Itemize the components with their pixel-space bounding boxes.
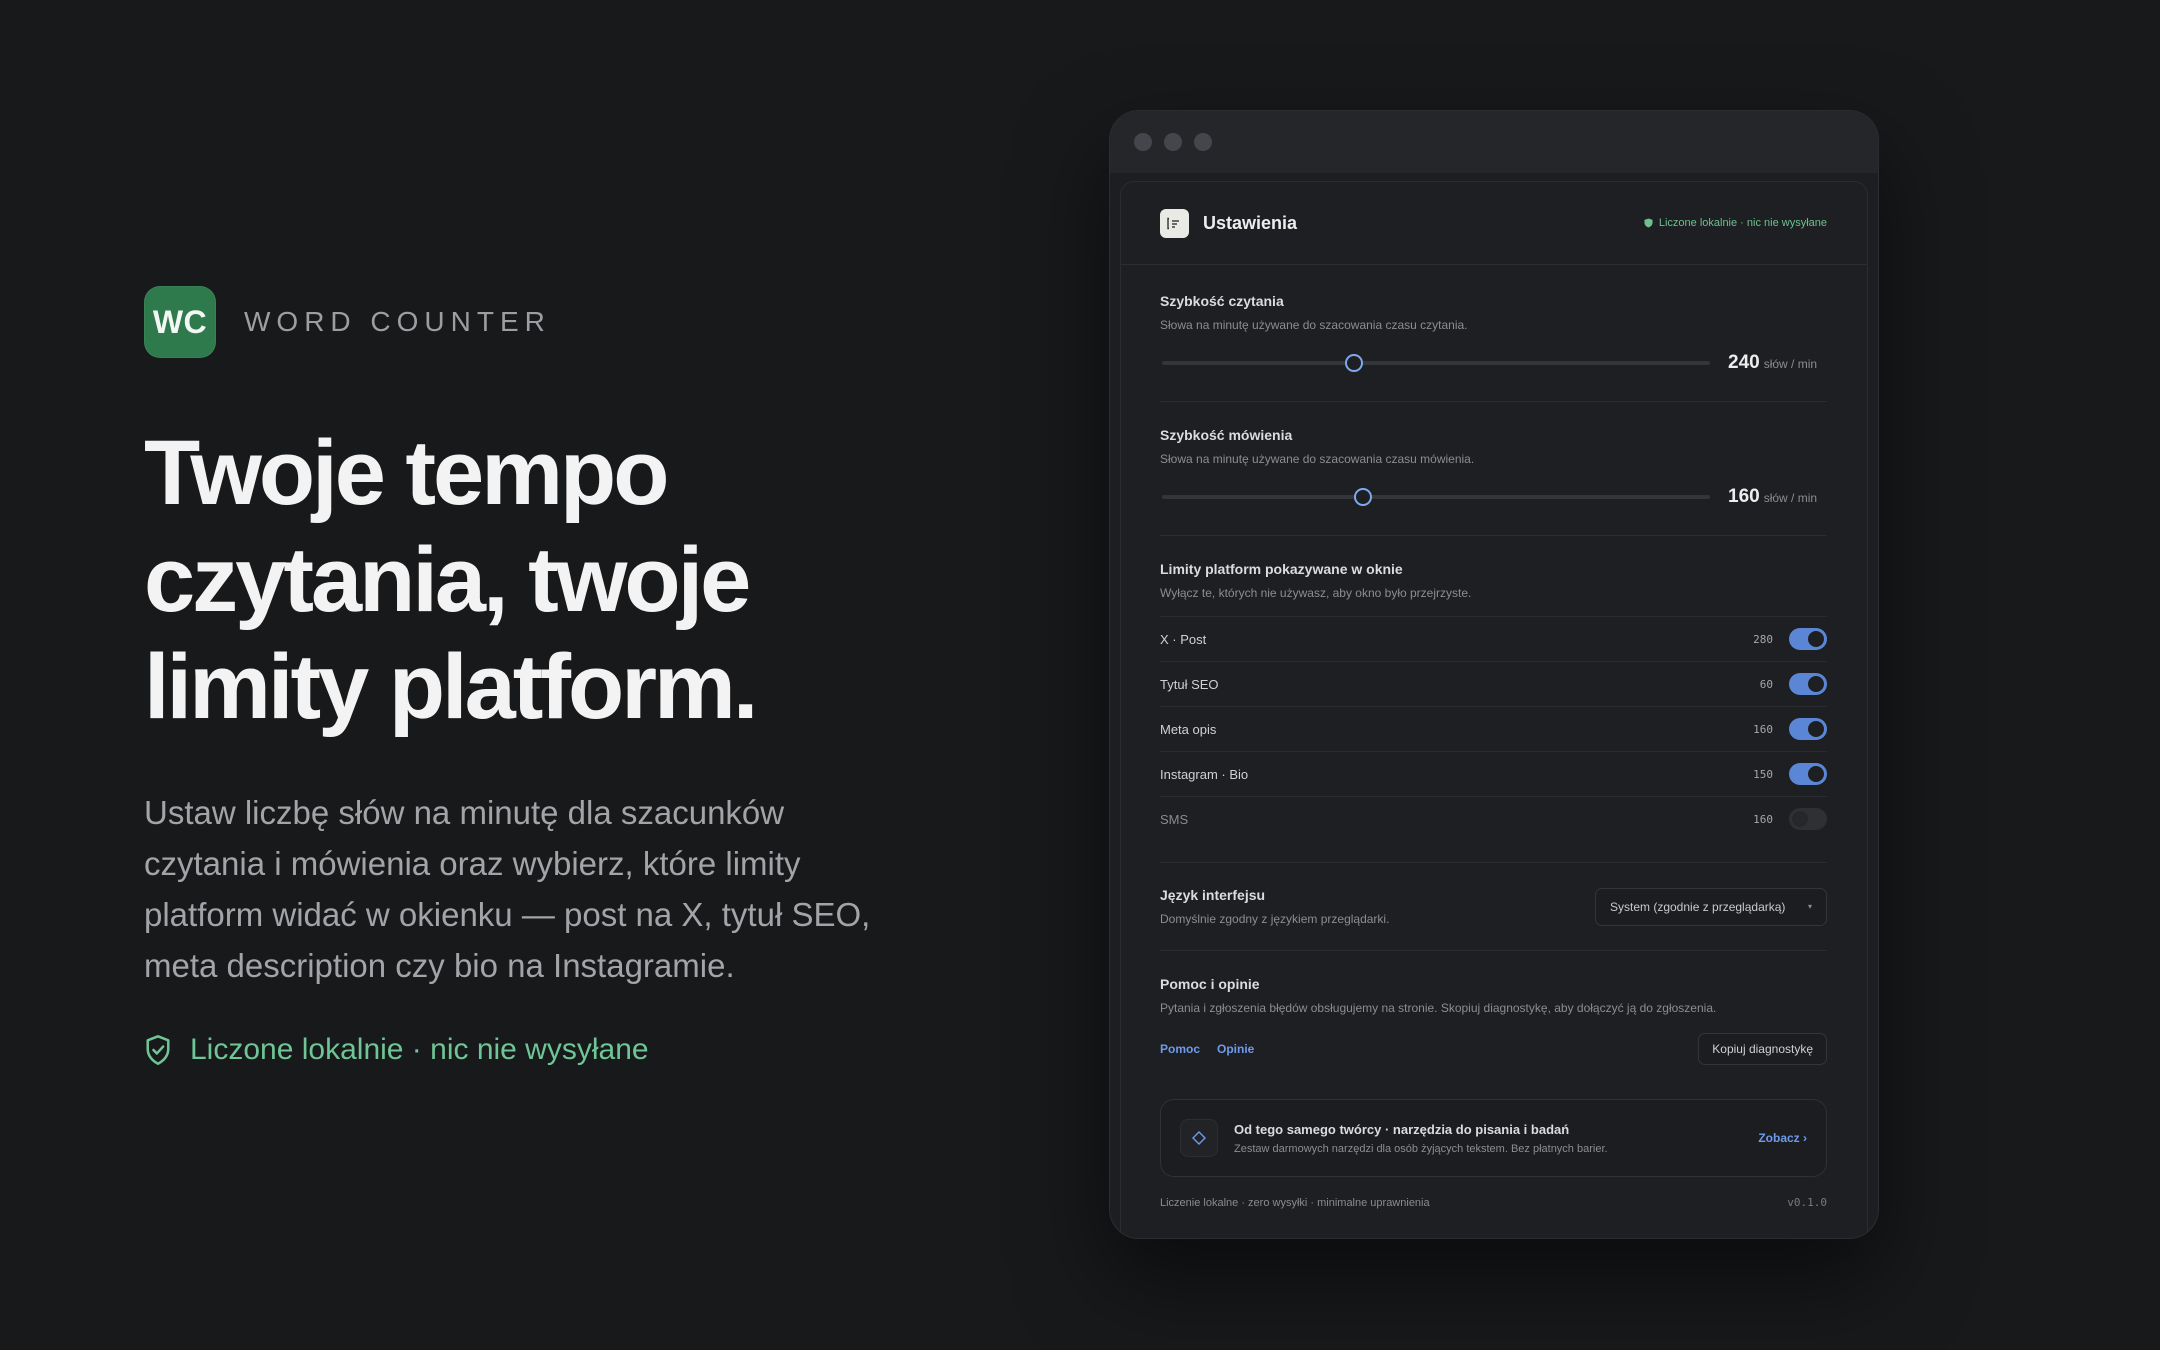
settings-app-icon <box>1160 208 1189 238</box>
hero-lead: Ustaw liczbę słów na minutę dla szacunkó… <box>144 794 871 984</box>
platform-limits-list: X · Post 280 Tytuł SEO 60 Meta opis 160 Instag… <box>1160 616 1827 841</box>
platform-limit-label: Meta opis <box>1160 721 1217 737</box>
reading-speed-slider-thumb[interactable] <box>1344 354 1363 372</box>
reading-speed-slider[interactable] <box>1162 354 1710 372</box>
platform-limit-row[interactable]: Tytuł SEO 60 <box>1160 661 1827 706</box>
platform-limit-value: 160 <box>1753 722 1773 736</box>
platform-limit-label: SMS <box>1160 811 1189 827</box>
platform-limit-label: X · Post <box>1160 631 1207 647</box>
footer-note: Liczenie lokalne · zero wysyłki · minima… <box>1160 1196 1430 1209</box>
platform-limit-value: 150 <box>1753 767 1773 781</box>
platform-limit-toggle[interactable] <box>1789 808 1827 830</box>
language-subtitle: Domyślnie zgodny z językiem przeglądarki… <box>1160 912 1390 926</box>
speaking-speed-title: Szybkość mówienia <box>1160 427 1293 443</box>
local-note-text: Liczone lokalnie · nic nie wysyłane <box>190 1033 649 1066</box>
platform-limit-value: 160 <box>1753 812 1773 826</box>
platform-limit-label: Instagram · Bio <box>1160 766 1249 782</box>
hero-headline: Twoje tempo czytania, twoje limity platf… <box>144 422 758 738</box>
privacy-badge: Liczone lokalnie · nic nie wysyłane <box>1644 217 1827 229</box>
brand: WC WORD COUNTER <box>144 286 964 358</box>
promo-title: Od tego samego twórcy · narzędzia do pis… <box>1234 1121 1570 1137</box>
speaking-speed-section: Szybkość mówienia Słowa na minutę używan… <box>1160 402 1827 536</box>
window-close-dot[interactable] <box>1134 133 1152 151</box>
help-section: Pomoc i opinie Pytania i zgłoszenia błęd… <box>1160 951 1827 1209</box>
window-titlebar <box>1110 111 1878 173</box>
platform-limit-toggle[interactable] <box>1789 628 1827 650</box>
platform-limits-section: Limity platform pokazywane w oknie Wyłąc… <box>1160 536 1827 863</box>
language-title: Język interfejsu <box>1160 887 1266 903</box>
platform-limit-toggle[interactable] <box>1789 673 1827 695</box>
copy-diagnostics-button[interactable]: Kopiuj diagnostykę <box>1698 1033 1827 1065</box>
help-link[interactable]: Pomoc <box>1160 1042 1200 1056</box>
platform-limit-label: Tytuł SEO <box>1160 676 1219 692</box>
reading-speed-unit: słów / min <box>1763 357 1818 371</box>
settings-panel: Ustawienia Liczone lokalnie · nic nie wy… <box>1120 181 1868 1238</box>
language-select[interactable]: System (zgodnie z przeglądarką) ▾ <box>1595 887 1827 926</box>
app-logo: WC <box>144 286 216 358</box>
reading-speed-section: Szybkość czytania Słowa na minutę używan… <box>1160 265 1827 402</box>
feedback-link[interactable]: Opinie <box>1217 1042 1254 1056</box>
reading-speed-title: Szybkość czytania <box>1160 293 1284 309</box>
platform-limits-title: Limity platform pokazywane w oknie <box>1160 561 1403 577</box>
promo-card[interactable]: Od tego samego twórcy · narzędzia do pis… <box>1160 1099 1827 1177</box>
speaking-speed-unit: słów / min <box>1763 491 1818 505</box>
brand-name: WORD COUNTER <box>244 306 551 337</box>
chevron-down-icon: ▾ <box>1807 902 1812 911</box>
shield-icon <box>1644 218 1653 228</box>
platform-limit-row[interactable]: Meta opis 160 <box>1160 706 1827 751</box>
speaking-speed-value: 160 słów / min <box>1728 486 1817 508</box>
settings-header: Ustawienia Liczone lokalnie · nic nie wy… <box>1121 182 1867 265</box>
settings-title: Ustawienia <box>1203 212 1298 233</box>
platform-limit-value: 280 <box>1753 632 1773 646</box>
language-section: Język interfejsu Domyślnie zgodny z języ… <box>1160 863 1827 951</box>
shield-check-icon <box>146 1035 170 1065</box>
platform-limit-row[interactable]: X · Post 280 <box>1160 616 1827 661</box>
reading-speed-number: 240 <box>1728 352 1760 373</box>
promo-subtitle: Zestaw darmowych narzędzi dla osób żyjąc… <box>1234 1142 1608 1155</box>
privacy-badge-text: Liczone lokalnie · nic nie wysyłane <box>1658 217 1827 229</box>
window-minimize-dot[interactable] <box>1164 133 1182 151</box>
hero-section: WC WORD COUNTER Twoje tempo czytania, tw… <box>144 286 964 1067</box>
platform-limit-row[interactable]: SMS 160 <box>1160 796 1827 841</box>
settings-footer: Liczenie lokalne · zero wysyłki · minima… <box>1160 1196 1827 1209</box>
help-title: Pomoc i opinie <box>1160 976 1260 992</box>
platform-limit-value: 60 <box>1759 677 1773 691</box>
platform-limit-row[interactable]: Instagram · Bio 150 <box>1160 751 1827 796</box>
reading-speed-value: 240 słów / min <box>1728 352 1817 374</box>
window-maximize-dot[interactable] <box>1194 133 1212 151</box>
settings-window: Ustawienia Liczone lokalnie · nic nie wy… <box>1109 110 1879 1239</box>
diamond-icon <box>1180 1119 1218 1157</box>
speaking-speed-slider[interactable] <box>1162 488 1710 506</box>
promo-see-link[interactable]: Zobacz › <box>1758 1131 1807 1145</box>
speaking-speed-number: 160 <box>1728 486 1760 507</box>
platform-limit-toggle[interactable] <box>1789 763 1827 785</box>
speaking-speed-subtitle: Słowa na minutę używane do szacowania cz… <box>1160 452 1475 466</box>
local-processing-note: Liczone lokalnie · nic nie wysyłane <box>144 1033 964 1067</box>
speaking-speed-slider-thumb[interactable] <box>1354 488 1373 506</box>
version-label: v0.1.0 <box>1787 1196 1827 1209</box>
reading-speed-subtitle: Słowa na minutę używane do szacowania cz… <box>1160 318 1468 332</box>
platform-limits-subtitle: Wyłącz te, których nie używasz, aby okno… <box>1160 586 1472 600</box>
language-select-value: System (zgodnie z przeglądarką) <box>1610 899 1786 914</box>
help-subtitle: Pytania i zgłoszenia błędów obsługujemy … <box>1160 1001 1717 1015</box>
platform-limit-toggle[interactable] <box>1789 718 1827 740</box>
